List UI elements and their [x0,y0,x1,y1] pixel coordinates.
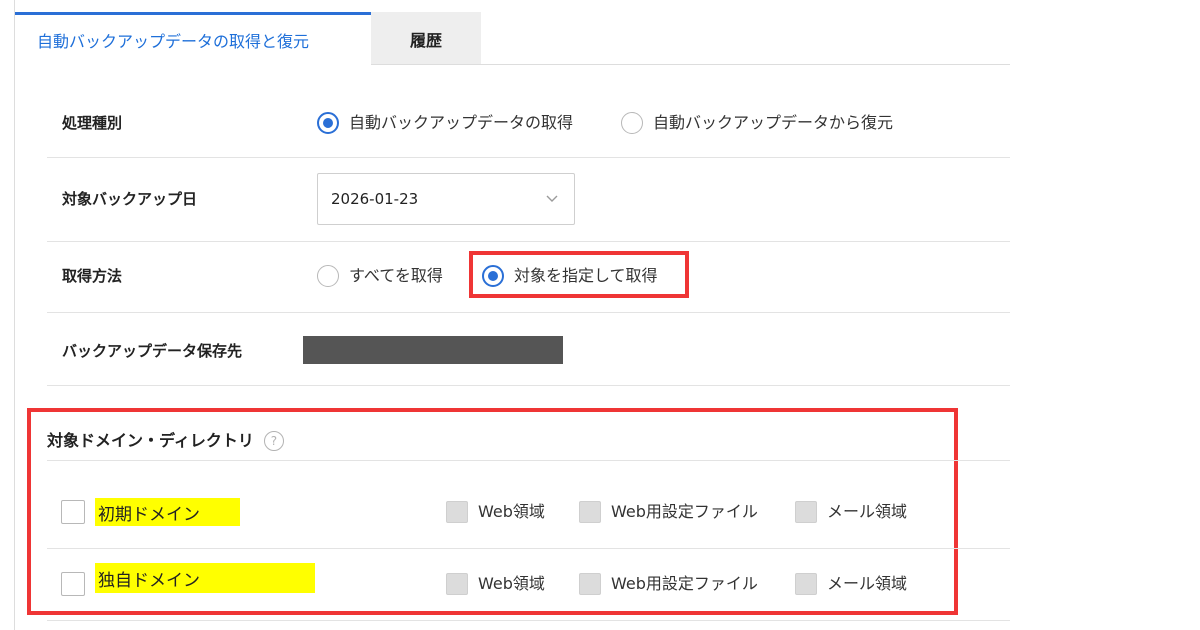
area-label: Web領域 [478,502,545,521]
method-highlight-box [469,251,689,298]
radio-selected-icon[interactable] [317,112,339,134]
row-divider [47,385,1010,386]
area-option-mail[interactable]: メール領域 [795,501,907,523]
checkbox-disabled-icon[interactable] [795,573,817,595]
row-divider [47,241,1010,242]
backup-date-label: 対象バックアップ日 [62,190,198,208]
backup-date-value: 2026-01-23 [331,190,419,208]
area-label: Web用設定ファイル [611,574,758,593]
area-label: メール領域 [827,502,908,521]
help-circle-icon[interactable]: ? [263,431,284,451]
method-label: 取得方法 [62,267,123,285]
area-option-web[interactable]: Web領域 [446,573,545,595]
radio-label: 自動バックアップデータの取得 [349,113,574,132]
area-option-mail[interactable]: メール領域 [795,573,907,595]
checkbox-disabled-icon[interactable] [446,573,468,595]
area-option-web-config[interactable]: Web用設定ファイル [579,501,758,523]
domain-name-initial: 初期ドメイン [95,498,240,526]
checkbox-disabled-icon[interactable] [795,501,817,523]
content-left-border [14,0,15,630]
radio-option-restore-backup[interactable]: 自動バックアップデータから復元 [621,112,893,134]
row-divider [47,157,1010,158]
tab-history[interactable]: 履歴 [371,12,481,65]
target-section-title: 対象ドメイン・ディレクトリ ? [47,431,284,451]
area-option-web-config[interactable]: Web用設定ファイル [579,573,758,595]
tab-bar-underline [371,64,1010,65]
radio-unselected-icon[interactable] [317,265,339,287]
area-label: Web用設定ファイル [611,502,758,521]
tab-label: 自動バックアップデータの取得と復元 [37,32,310,51]
area-label: メール領域 [827,574,908,593]
domain-checkbox-initial[interactable] [61,500,85,524]
domain-name-custom: 独自ドメイン [95,563,315,593]
radio-option-get-all[interactable]: すべてを取得 [317,265,443,287]
chevron-down-icon [546,195,558,202]
row-divider [47,620,1010,621]
radio-label: 自動バックアップデータから復元 [653,113,894,132]
row-divider [47,312,1010,313]
radio-label: すべてを取得 [349,266,443,285]
area-option-web[interactable]: Web領域 [446,501,545,523]
radio-option-get-backup[interactable]: 自動バックアップデータの取得 [317,112,573,134]
process-type-label: 処理種別 [62,114,123,132]
checkbox-disabled-icon[interactable] [579,573,601,595]
checkbox-disabled-icon[interactable] [446,501,468,523]
tab-auto-backup[interactable]: 自動バックアップデータの取得と復元 [15,12,371,65]
section-divider [47,460,1010,461]
destination-redacted-value [303,336,563,364]
backup-date-select[interactable]: 2026-01-23 [317,173,575,225]
row-divider [47,548,1010,549]
checkbox-disabled-icon[interactable] [579,501,601,523]
domain-checkbox-custom[interactable] [61,572,85,596]
section-title-text: 対象ドメイン・ディレクトリ [47,431,254,450]
area-label: Web領域 [478,574,545,593]
radio-unselected-icon[interactable] [621,112,643,134]
destination-label: バックアップデータ保存先 [62,342,243,360]
tab-label: 履歴 [409,30,442,50]
